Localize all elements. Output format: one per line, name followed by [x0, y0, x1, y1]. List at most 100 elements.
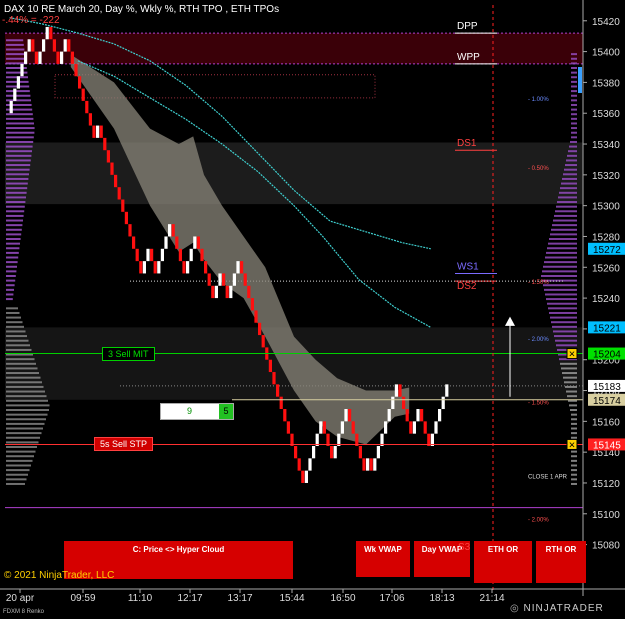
- tpo-right: [547, 247, 577, 250]
- copyright: © 2021 NinjaTrader, LLC: [4, 570, 115, 581]
- tpo-left-top: [6, 224, 23, 227]
- renko-brick: [250, 298, 254, 311]
- tpo-right: [571, 432, 577, 435]
- tpo-left-bottom: [6, 395, 47, 398]
- tpo-left-top: [6, 117, 34, 120]
- tpo-left-top: [6, 265, 17, 268]
- tpo-left-bottom: [6, 367, 38, 370]
- renko-brick: [60, 51, 64, 64]
- percent-level-label: - 1.00%: [528, 97, 549, 103]
- tpo-left-top: [6, 242, 20, 245]
- tpo-left-bottom: [6, 362, 36, 365]
- tpo-left-bottom: [6, 339, 29, 342]
- renko-brick: [416, 409, 420, 422]
- eth-or-button[interactable]: ETH OR: [474, 541, 532, 583]
- tpo-left-top: [6, 48, 25, 51]
- renko-brick: [276, 384, 280, 397]
- quantity-step[interactable]: 5: [219, 404, 233, 419]
- quantity-box[interactable]: 9 5: [160, 403, 234, 420]
- tpo-right: [557, 201, 577, 204]
- renko-brick: [348, 409, 352, 422]
- level-label-ds1: DS1: [457, 138, 477, 149]
- tpo-left-bottom: [6, 427, 43, 430]
- tpo-right: [560, 187, 577, 190]
- tpo-right: [545, 256, 577, 259]
- tpo-right: [571, 76, 577, 79]
- renko-brick: [42, 39, 46, 52]
- tpo-left-bottom: [6, 358, 35, 361]
- rth-or-button[interactable]: RTH OR: [536, 541, 586, 583]
- tpo-right: [571, 131, 577, 134]
- renko-brick: [56, 51, 60, 64]
- tpo-right: [571, 427, 577, 430]
- renko-brick: [150, 248, 154, 262]
- renko-brick: [445, 384, 449, 397]
- tpo-right: [562, 372, 577, 375]
- renko-brick: [121, 199, 125, 212]
- tpo-right: [553, 219, 577, 222]
- tpo-left-top: [6, 177, 29, 180]
- tpo-right: [543, 265, 577, 268]
- tpo-right: [571, 90, 577, 93]
- tpo-right: [559, 191, 577, 194]
- price-marker-label: 15145: [593, 440, 621, 451]
- tpo-left-top: [6, 57, 26, 60]
- tpo-left-bottom: [6, 385, 44, 388]
- tpo-left-top: [6, 274, 16, 277]
- percent-level-label: - 0.50%: [528, 166, 549, 172]
- price-marker-label: 15272: [593, 245, 621, 256]
- tpo-right: [552, 224, 577, 227]
- tpo-left-top: [6, 251, 19, 254]
- tpo-left-bottom: [6, 399, 48, 402]
- tpo-left-bottom: [6, 316, 21, 319]
- ninjatrader-logo: ◎ NINJATRADER: [510, 603, 604, 614]
- renko-brick: [261, 335, 265, 348]
- sell-stp-order[interactable]: 5s Sell STP: [94, 437, 154, 452]
- y-tick-label: 15160: [592, 417, 620, 428]
- tpo-left-bottom: [6, 311, 20, 314]
- tpo-left-top: [6, 168, 30, 171]
- tpo-left-bottom: [6, 436, 40, 439]
- tpo-right: [570, 409, 577, 412]
- renko-brick: [351, 421, 355, 434]
- y-tick-label: 15420: [592, 17, 620, 28]
- tpo-right: [571, 57, 577, 60]
- x-tick-label: 16:50: [330, 593, 355, 604]
- tpo-left-bottom: [6, 482, 25, 485]
- tpo-right: [567, 154, 577, 157]
- tpo-right: [571, 464, 577, 467]
- renko-brick: [182, 261, 186, 274]
- tpo-left-bottom: [6, 455, 34, 458]
- renko-brick: [322, 421, 326, 434]
- renko-brick: [110, 162, 114, 175]
- tpo-left-bottom: [6, 413, 48, 416]
- tpo-left-top: [6, 284, 15, 287]
- renko-brick: [272, 372, 276, 385]
- tpo-left-top: [6, 182, 28, 185]
- percent-level-label: - 2.00%: [528, 517, 549, 523]
- renko-brick: [74, 63, 78, 77]
- y-tick-label: 15100: [592, 510, 620, 521]
- renko-brick: [254, 310, 258, 323]
- y-tick-label: 15320: [592, 171, 620, 182]
- tpo-right: [563, 173, 577, 176]
- tpo-left-bottom: [6, 445, 37, 448]
- wk-vwap-button[interactable]: Wk VWAP: [356, 541, 410, 577]
- renko-brick: [394, 384, 398, 397]
- renko-chart[interactable]: DPP WPP DS1 WS1 DS2 - 1.00% - 0.50% - 1.50% - 2.…: [0, 0, 625, 619]
- tpo-right: [571, 473, 577, 476]
- renko-brick: [157, 261, 161, 274]
- renko-brick: [207, 273, 211, 286]
- renko-brick: [420, 409, 424, 422]
- level-label-dpp: DPP: [457, 21, 478, 32]
- quantity-value[interactable]: 9: [187, 406, 192, 416]
- sell-mit-order[interactable]: 3 Sell MIT: [102, 346, 155, 361]
- logo-icon: ◎: [510, 603, 520, 614]
- tpo-right: [571, 94, 577, 97]
- tpo-left-top: [6, 173, 29, 176]
- x-tick-label: 21:14: [479, 593, 504, 604]
- level-label-wpp: WPP: [457, 52, 480, 63]
- renko-brick: [376, 445, 380, 459]
- tpo-right: [552, 325, 577, 328]
- tpo-left-top: [6, 159, 31, 162]
